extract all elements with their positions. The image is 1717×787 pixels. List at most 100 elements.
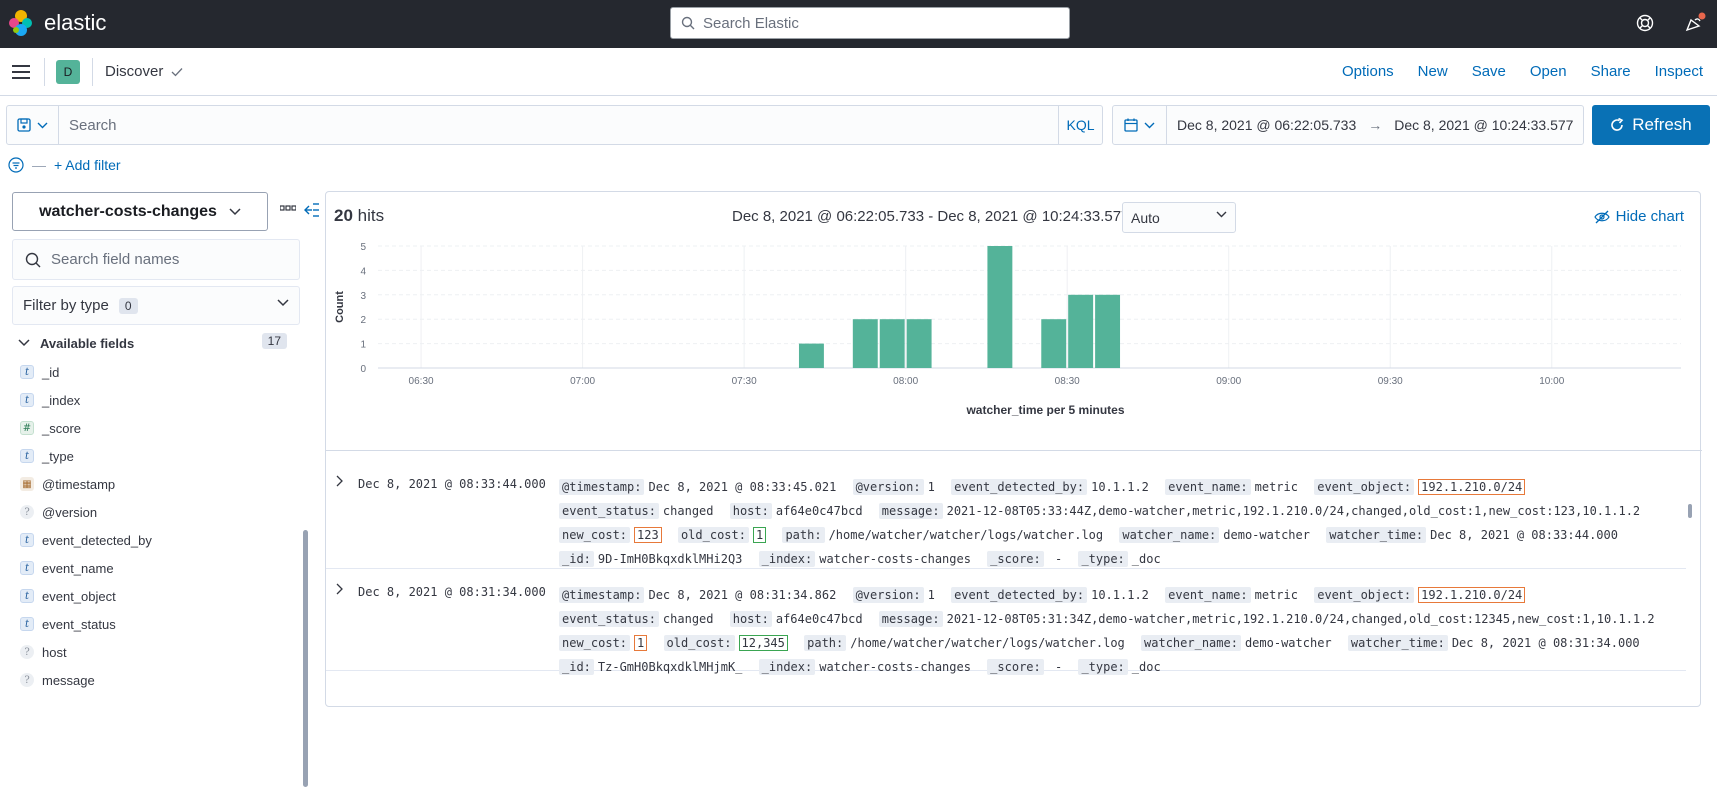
- field-value: /home/watcher/watcher/logs/watcher.log: [850, 636, 1125, 650]
- x-tick-label: 06:30: [409, 376, 434, 387]
- saved-query-button[interactable]: [7, 106, 59, 144]
- chevron-down-icon: [1144, 122, 1155, 128]
- sidebar-scrollbar[interactable]: [303, 530, 308, 787]
- field-item[interactable]: t _index: [20, 386, 280, 414]
- end-date-button[interactable]: Dec 8, 2021 @ 10:24:33.577: [1394, 117, 1573, 133]
- interval-value: Auto: [1131, 209, 1160, 226]
- help-icon[interactable]: [1636, 14, 1654, 32]
- hits-label: hits: [357, 206, 385, 225]
- field-key: message:: [878, 611, 943, 627]
- save-icon: [17, 118, 31, 132]
- field-value: 192.1.210.0/24: [1418, 479, 1526, 495]
- field-name: event_object: [42, 588, 116, 604]
- field-item[interactable]: ▦ @timestamp: [20, 470, 280, 498]
- field-value: Dec 8, 2021 @ 08:33:45.021: [648, 480, 837, 494]
- chart-time-range: Dec 8, 2021 @ 06:22:05.733 - Dec 8, 2021…: [732, 208, 1130, 225]
- add-filter-button[interactable]: + Add filter: [54, 157, 121, 173]
- quick-date-button[interactable]: [1113, 106, 1167, 144]
- field-item[interactable]: ? message: [20, 666, 280, 694]
- chevron-down-icon: [37, 122, 48, 128]
- unknown-type-icon: ?: [20, 645, 34, 659]
- save-link[interactable]: Save: [1472, 63, 1506, 80]
- field-name: _id: [42, 364, 60, 380]
- query-bar: Search KQL: [6, 105, 1103, 145]
- field-name: @timestamp: [42, 476, 116, 492]
- field-item[interactable]: t _type: [20, 442, 280, 470]
- filter-by-type-button[interactable]: Filter by type 0: [12, 286, 300, 325]
- field-item[interactable]: t event_object: [20, 582, 280, 610]
- breadcrumb[interactable]: Discover: [105, 63, 183, 80]
- field-key: path:: [804, 635, 847, 651]
- global-search-input[interactable]: Search Elastic: [670, 7, 1070, 39]
- filter-by-type-label: Filter by type: [23, 297, 109, 314]
- field-value: 192.1.210.0/24: [1418, 587, 1526, 603]
- field-key: event_object:: [1314, 479, 1415, 495]
- field-value: 1: [634, 635, 648, 651]
- field-value: 2021-12-08T05:33:44Z,demo-watcher,metric…: [946, 504, 1641, 518]
- field-name: host: [42, 644, 67, 660]
- field-item[interactable]: ? @version: [20, 498, 280, 526]
- field-value: af64e0c47bcd: [775, 504, 863, 518]
- field-value: 123: [634, 527, 662, 543]
- share-link[interactable]: Share: [1591, 63, 1631, 80]
- table-row: Dec 8, 2021 @ 08:33:44.000 @timestamp: Dec…: [326, 463, 1686, 569]
- chevron-right-icon[interactable]: [336, 475, 344, 487]
- index-pattern-selector[interactable]: watcher-costs-changes: [12, 192, 268, 231]
- x-tick-label: 08:00: [893, 376, 918, 387]
- index-pattern-name: watcher-costs-changes: [39, 202, 217, 220]
- field-name: _score: [42, 420, 82, 436]
- menu-icon[interactable]: [12, 64, 30, 80]
- collapse-sidebar-icon[interactable]: [304, 203, 320, 217]
- field-key: _score:: [987, 551, 1044, 567]
- field-item[interactable]: # _score: [20, 414, 280, 442]
- chevron-right-icon[interactable]: [336, 583, 344, 595]
- kql-toggle[interactable]: KQL: [1058, 106, 1102, 144]
- field-item[interactable]: t event_status: [20, 610, 280, 638]
- string-type-icon: t: [20, 365, 34, 379]
- elastic-logo-icon: [9, 10, 32, 36]
- space-avatar[interactable]: D: [56, 60, 80, 84]
- x-tick-label: 07:00: [570, 376, 595, 387]
- field-value: Tz-GmH0BkqxdklMHjmK_: [597, 660, 743, 674]
- filter-row: — + Add filter: [8, 157, 121, 173]
- field-value: 2021-12-08T05:31:34Z,demo-watcher,metric…: [946, 612, 1655, 626]
- newsfeed-icon[interactable]: [1684, 12, 1706, 34]
- field-key: message:: [878, 503, 943, 519]
- field-key: event_detected_by:: [951, 587, 1088, 603]
- more-options-icon[interactable]: [280, 205, 296, 211]
- refresh-label: Refresh: [1632, 115, 1692, 134]
- field-item[interactable]: ? host: [20, 638, 280, 666]
- field-item[interactable]: t event_name: [20, 554, 280, 582]
- field-item[interactable]: t _id: [20, 358, 280, 386]
- options-link[interactable]: Options: [1342, 63, 1394, 80]
- field-value: 1: [752, 527, 767, 543]
- docs-scrollbar[interactable]: [1688, 504, 1692, 518]
- field-value: metric: [1254, 480, 1298, 494]
- field-name: message: [42, 672, 95, 688]
- filter-icon[interactable]: [8, 157, 24, 173]
- open-link[interactable]: Open: [1530, 63, 1567, 80]
- field-key: _type:: [1078, 551, 1128, 567]
- field-key: watcher_time:: [1326, 527, 1427, 543]
- elastic-logo[interactable]: elastic: [8, 9, 106, 37]
- field-search-input[interactable]: Search field names: [12, 239, 300, 280]
- field-item[interactable]: t event_detected_by: [20, 526, 280, 554]
- refresh-button[interactable]: Refresh: [1592, 105, 1710, 145]
- hide-chart-button[interactable]: Hide chart: [1593, 208, 1684, 225]
- query-input[interactable]: Search: [59, 117, 1058, 134]
- available-fields-toggle[interactable]: Available fields 17: [12, 330, 287, 356]
- start-date-button[interactable]: Dec 8, 2021 @ 06:22:05.733: [1177, 117, 1356, 133]
- document-table: Dec 8, 2021 @ 08:33:44.000 @timestamp: Dec…: [326, 450, 1702, 706]
- chevron-down-icon: [18, 339, 30, 347]
- field-key: event_object:: [1314, 587, 1415, 603]
- inspect-link[interactable]: Inspect: [1655, 63, 1703, 80]
- new-link[interactable]: New: [1418, 63, 1448, 80]
- field-name: @version: [42, 504, 98, 520]
- date-range: Dec 8, 2021 @ 06:22:05.733 → Dec 8, 2021…: [1167, 117, 1573, 133]
- chevron-down-icon: [277, 299, 289, 307]
- y-tick-label: 5: [360, 242, 366, 253]
- field-name: _type: [42, 448, 74, 464]
- divider: —: [32, 157, 46, 173]
- interval-select[interactable]: Auto: [1122, 202, 1236, 233]
- field-key: _type:: [1078, 659, 1128, 675]
